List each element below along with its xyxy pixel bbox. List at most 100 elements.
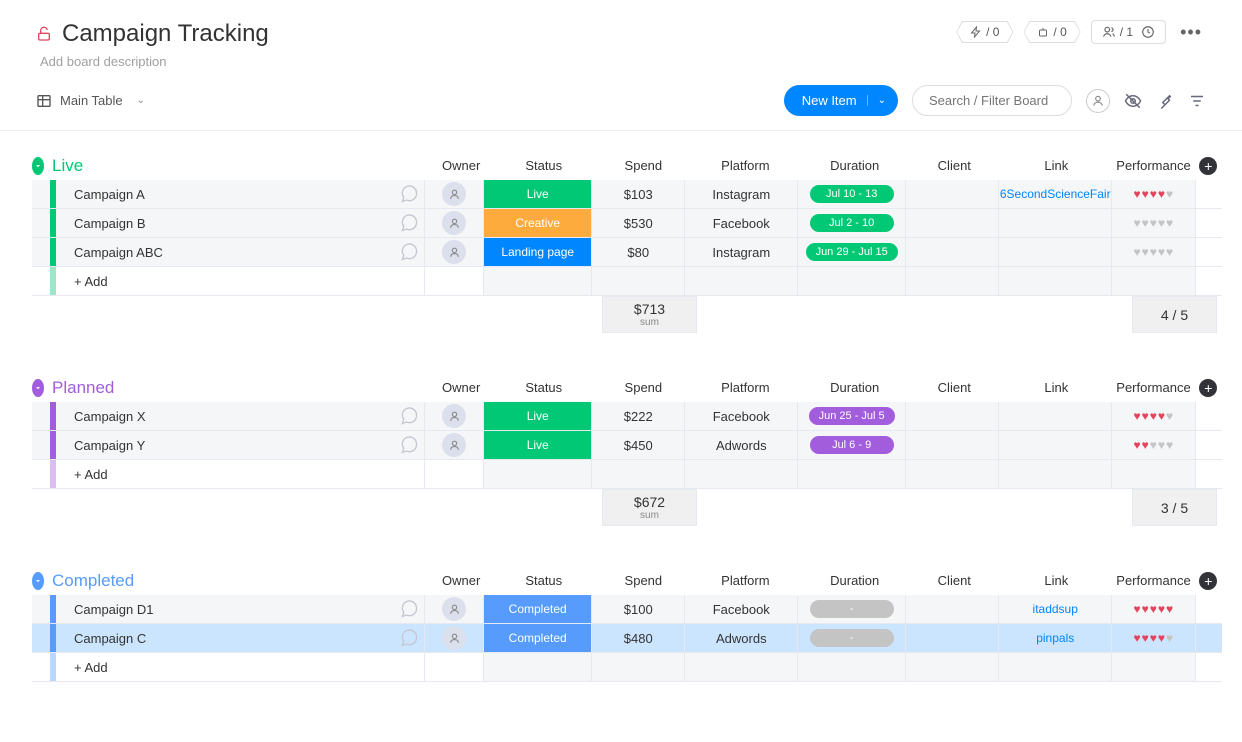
platform-cell[interactable]: Adwords [684,624,797,652]
status-cell[interactable]: Completed [484,624,591,652]
client-cell[interactable] [905,209,998,237]
search-input[interactable] [912,85,1072,116]
add-item-row[interactable]: + Add [32,653,1222,682]
client-cell[interactable] [905,624,998,652]
col-owner[interactable]: Owner [432,373,490,402]
conversation-icon[interactable] [394,599,424,619]
col-performance[interactable]: Performance [1112,373,1195,402]
duration-cell[interactable]: Jul 2 - 10 [810,214,894,232]
duration-cell[interactable]: Jul 10 - 13 [810,185,894,203]
item-name[interactable]: Campaign B [56,216,394,231]
automations-pill[interactable]: / 0 [956,21,1013,43]
platform-cell[interactable]: Facebook [684,595,797,623]
add-column-button[interactable]: + [1199,157,1217,175]
platform-cell[interactable]: Instagram [684,238,797,266]
board-description[interactable]: Add board description [40,54,269,69]
performance-cell[interactable]: ♥♥♥♥♥ [1111,402,1194,430]
performance-cell[interactable]: ♥♥♥♥♥ [1111,180,1194,208]
client-cell[interactable] [905,238,998,266]
pin-icon[interactable] [1156,92,1174,110]
performance-cell[interactable]: ♥♥♥♥♥ [1111,624,1194,652]
collapse-icon[interactable] [32,379,44,397]
add-item-row[interactable]: + Add [32,460,1222,489]
col-duration[interactable]: Duration [801,151,908,180]
platform-cell[interactable]: Instagram [684,180,797,208]
group-title[interactable]: Planned [52,378,432,398]
status-cell[interactable]: Completed [484,595,591,623]
col-duration[interactable]: Duration [801,373,908,402]
col-platform[interactable]: Platform [690,566,802,595]
status-cell[interactable]: Live [484,402,591,430]
col-platform[interactable]: Platform [690,151,802,180]
collapse-icon[interactable] [32,157,44,175]
status-cell[interactable]: Live [484,180,591,208]
filter-icon[interactable] [1188,92,1206,110]
spend-cell[interactable]: $530 [591,209,684,237]
col-spend[interactable]: Spend [597,373,689,402]
conversation-icon[interactable] [394,184,424,204]
col-duration[interactable]: Duration [801,566,908,595]
performance-cell[interactable]: ♥♥♥♥♥ [1111,595,1194,623]
duration-cell[interactable]: Jun 29 - Jul 15 [806,243,898,261]
chevron-down-icon[interactable]: ⌄ [867,95,886,106]
add-column-button[interactable]: + [1199,572,1217,590]
col-link[interactable]: Link [1000,373,1112,402]
owner-avatar[interactable] [442,433,466,457]
table-row[interactable]: Campaign X Live $222 Facebook Jun 25 - J… [32,402,1222,431]
view-selector[interactable]: Main Table ⌄ [36,93,145,109]
col-owner[interactable]: Owner [432,566,490,595]
more-menu[interactable]: ••• [1176,22,1206,43]
col-status[interactable]: Status [490,151,597,180]
link-cell[interactable]: 6SecondScienceFair [1000,187,1111,201]
col-owner[interactable]: Owner [432,151,490,180]
person-filter-icon[interactable] [1086,89,1110,113]
item-name[interactable]: Campaign Y [56,438,394,453]
owner-avatar[interactable] [442,211,466,235]
col-client[interactable]: Client [908,373,1000,402]
conversation-icon[interactable] [394,435,424,455]
conversation-icon[interactable] [394,213,424,233]
col-link[interactable]: Link [1000,566,1112,595]
client-cell[interactable] [905,402,998,430]
item-name[interactable]: Campaign X [56,409,394,424]
add-column-button[interactable]: + [1199,379,1217,397]
spend-cell[interactable]: $480 [591,624,684,652]
col-platform[interactable]: Platform [690,373,802,402]
client-cell[interactable] [905,595,998,623]
spend-cell[interactable]: $100 [591,595,684,623]
item-name[interactable]: Campaign C [56,631,394,646]
col-client[interactable]: Client [908,151,1000,180]
duration-cell[interactable]: - [810,629,894,647]
platform-cell[interactable]: Adwords [684,431,797,459]
table-row[interactable]: Campaign A Live $103 Instagram Jul 10 - … [32,180,1222,209]
new-item-button[interactable]: New Item ⌄ [784,85,898,116]
col-performance[interactable]: Performance [1112,566,1195,595]
conversation-icon[interactable] [394,406,424,426]
duration-cell[interactable]: - [810,600,894,618]
performance-cell[interactable]: ♥♥♥♥♥ [1111,209,1194,237]
table-row[interactable]: Campaign B Creative $530 Facebook Jul 2 … [32,209,1222,238]
duration-cell[interactable]: Jun 25 - Jul 5 [809,407,895,425]
spend-cell[interactable]: $80 [591,238,684,266]
hide-icon[interactable] [1124,92,1142,110]
add-item-row[interactable]: + Add [32,267,1222,296]
spend-cell[interactable]: $222 [591,402,684,430]
collapse-icon[interactable] [32,572,44,590]
link-cell[interactable]: pinpals [1036,631,1074,645]
item-name[interactable]: Campaign A [56,187,394,202]
table-row[interactable]: Campaign D1 Completed $100 Facebook - it… [32,595,1222,624]
conversation-icon[interactable] [394,242,424,262]
owner-avatar[interactable] [442,404,466,428]
table-row[interactable]: Campaign C Completed $480 Adwords - pinp… [32,624,1222,653]
duration-cell[interactable]: Jul 6 - 9 [810,436,894,454]
status-cell[interactable]: Landing page [484,238,591,266]
table-row[interactable]: Campaign ABC Landing page $80 Instagram … [32,238,1222,267]
col-status[interactable]: Status [490,373,597,402]
col-link[interactable]: Link [1000,151,1112,180]
col-status[interactable]: Status [490,566,597,595]
client-cell[interactable] [905,431,998,459]
link-cell[interactable]: itaddsup [1033,602,1078,616]
owner-avatar[interactable] [442,182,466,206]
group-title[interactable]: Live [52,156,432,176]
client-cell[interactable] [905,180,998,208]
